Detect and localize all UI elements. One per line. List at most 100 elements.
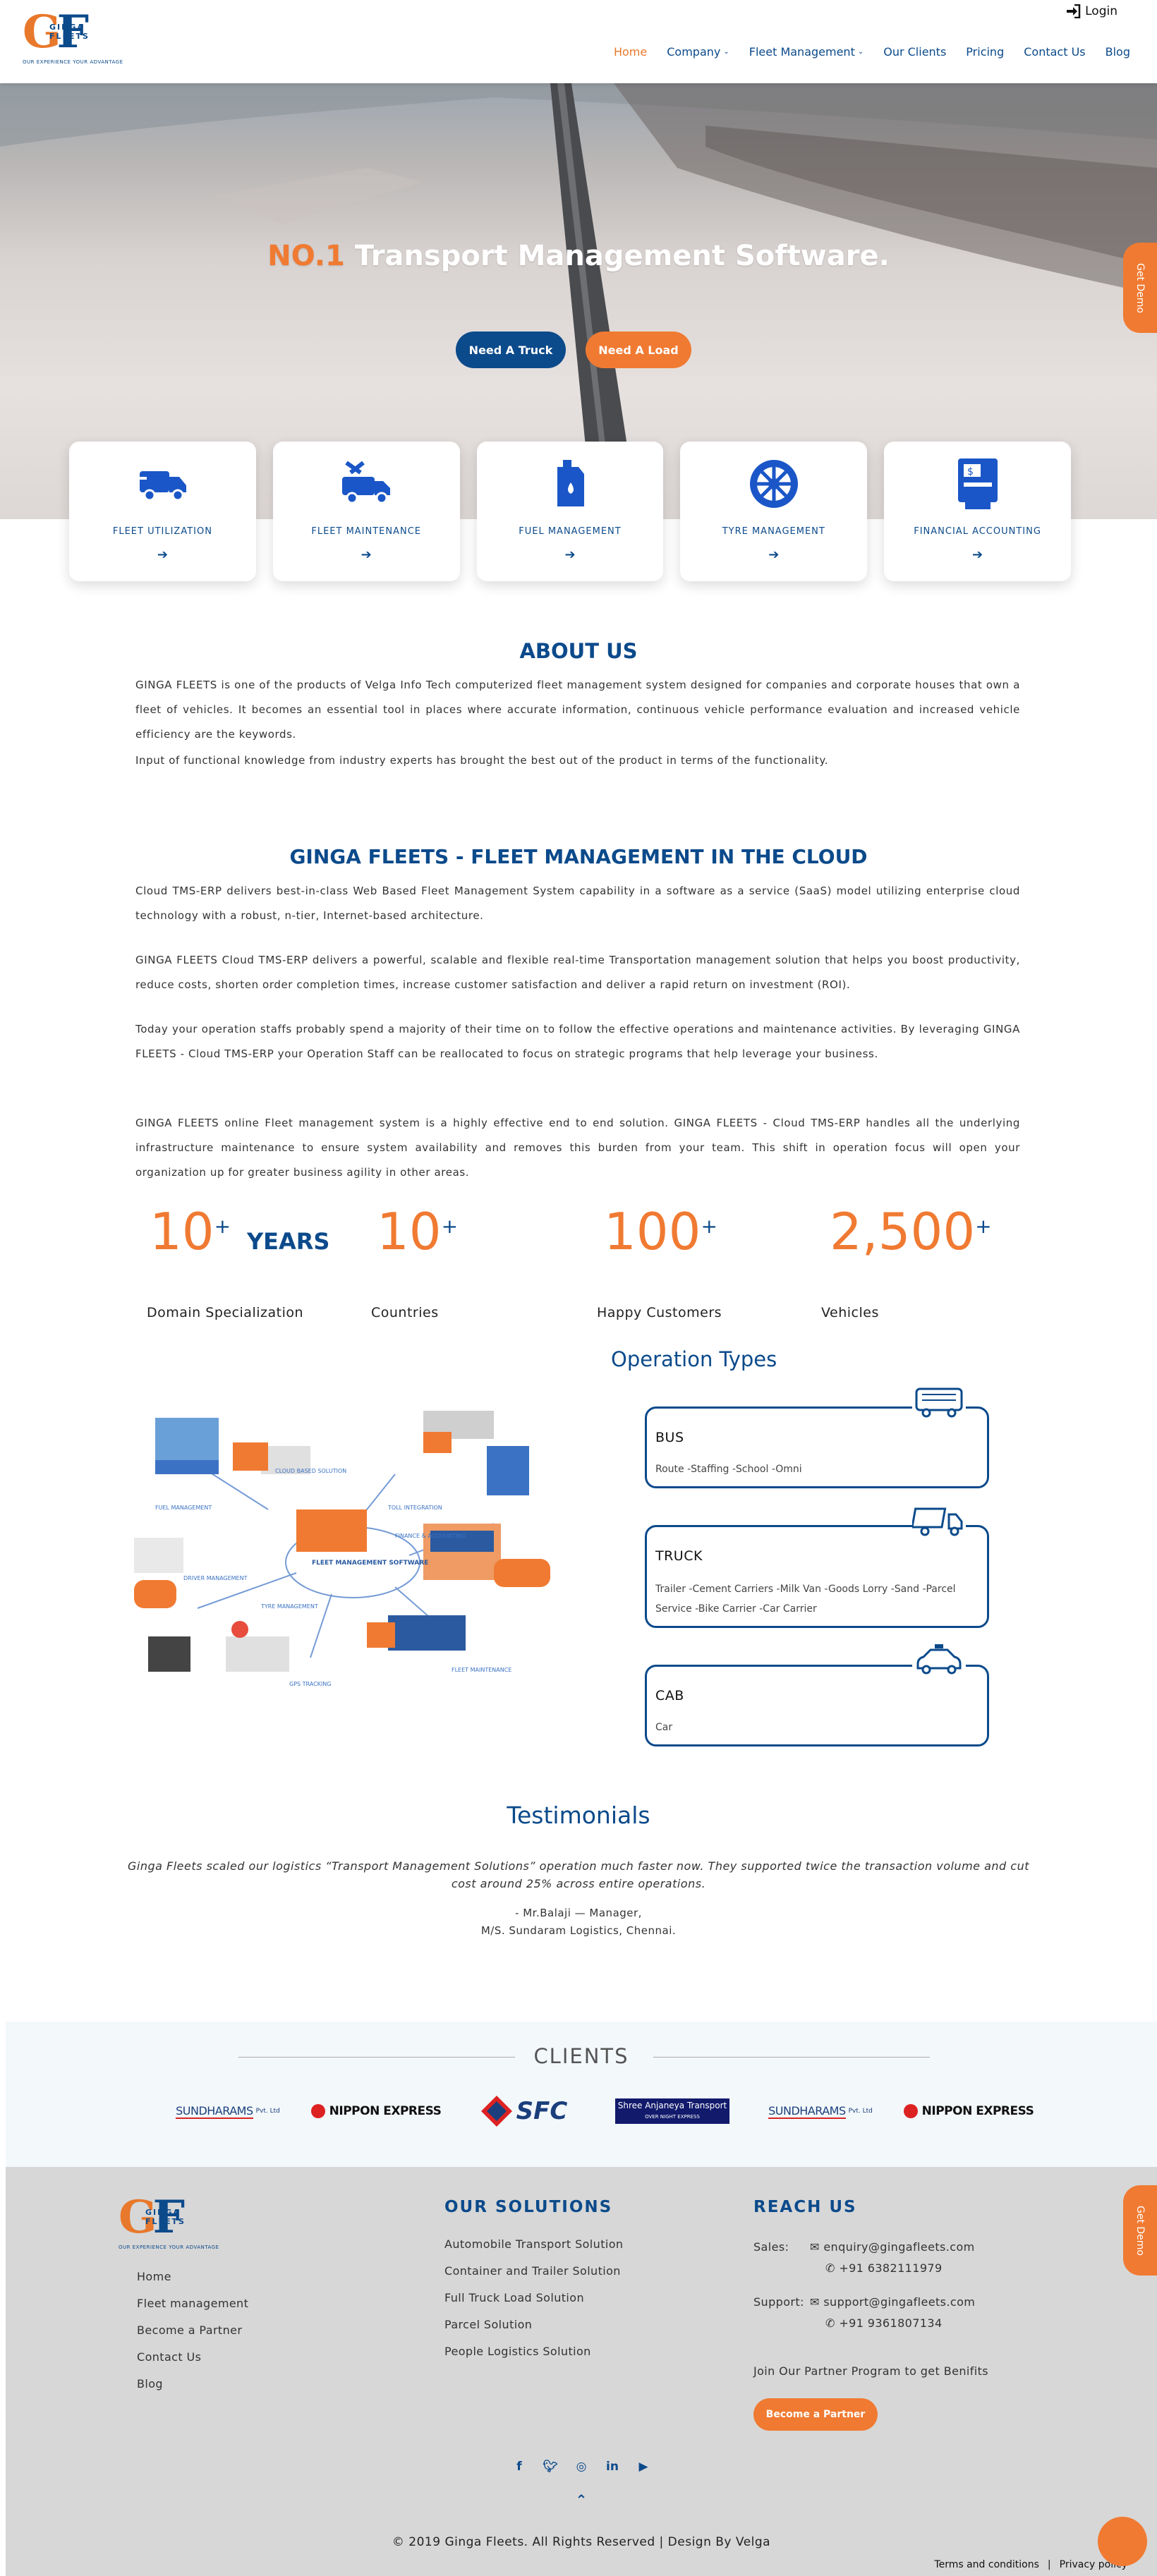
client-name: SFC — [516, 2097, 568, 2125]
stat-value: 2,500 — [830, 1202, 976, 1261]
service-card-financial-accounting[interactable]: $ FINANCIAL ACCOUNTING ➔ — [884, 442, 1071, 581]
illus-label: FUEL MANAGEMENT — [155, 1505, 212, 1511]
nav-fleet-management[interactable]: Fleet Management ⌄ — [739, 45, 873, 59]
need-a-truck-button[interactable]: Need A Truck — [456, 332, 566, 368]
client-logo-shree-anjaneya: Shree Anjaneya Transport OVER NIGHT EXPRE… — [605, 2095, 739, 2127]
divider: | — [1047, 2559, 1051, 2570]
nippon-icon — [310, 2104, 325, 2118]
testimonials-title: Testimonials — [507, 1802, 650, 1829]
nav-our-clients[interactable]: Our Clients — [873, 45, 956, 59]
testimonial-author: - Mr.Balaji — Manager, — [515, 1907, 642, 1919]
about-paragraph-1: GINGA FLEETS is one of the products of V… — [135, 679, 1020, 741]
stat-suffix: + — [441, 1215, 459, 1238]
site-logo[interactable]: GF GINGA FLEETS OUR EXPERIENCE YOUR ADVA… — [23, 10, 123, 69]
stat-countries: 10+ — [377, 1202, 458, 1261]
nav-home[interactable]: Home — [604, 45, 657, 59]
arrow-right-icon[interactable]: ➔ — [680, 547, 867, 562]
footer-link-contact[interactable]: Contact Us — [137, 2350, 201, 2364]
solution-link[interactable]: Automobile Transport Solution — [444, 2237, 623, 2251]
client-logos: SUNDHARAMS Pvt. Ltd NIPPON EXPRESS SFC Sh… — [161, 2095, 1050, 2127]
nav-pricing-label: Pricing — [966, 45, 1005, 59]
service-label: FINANCIAL ACCOUNTING — [914, 526, 1041, 537]
nav-pricing[interactable]: Pricing — [956, 45, 1014, 59]
arrow-right-icon[interactable]: ➔ — [884, 547, 1071, 562]
arrow-right-icon[interactable]: ➔ — [477, 547, 664, 562]
solution-link[interactable]: Parcel Solution — [444, 2318, 532, 2331]
get-demo-tab[interactable]: Get Demo — [1123, 243, 1157, 333]
get-demo-tab-footer[interactable]: Get Demo — [1123, 2185, 1157, 2276]
logo-brand: GINGA FLEETS — [49, 23, 90, 41]
service-card-fuel-management[interactable]: FUEL MANAGEMENT ➔ — [476, 442, 664, 581]
operation-card-truck: TRUCK Trailer -Cement Carriers -Milk Van… — [645, 1503, 989, 1628]
sales-phone[interactable]: ✆ +91 6382111979 — [825, 2261, 943, 2275]
service-card-fleet-maintenance[interactable]: FLEET MAINTENANCE ➔ — [272, 442, 460, 581]
client-logo-sundharams: SUNDHARAMS Pvt. Ltd — [161, 2095, 295, 2127]
footer-link-blog[interactable]: Blog — [137, 2377, 163, 2390]
login-icon — [1067, 4, 1081, 18]
login-link[interactable]: Login — [1065, 4, 1117, 18]
youtube-icon[interactable]: ▶ — [634, 2457, 653, 2476]
support-phone[interactable]: ✆ +91 9361807134 — [825, 2316, 943, 2330]
nav-contact-label: Contact Us — [1024, 45, 1086, 59]
operation-types-title: Operation Types — [611, 1347, 777, 1371]
client-suffix: Pvt. Ltd — [255, 2108, 280, 2115]
testimonial-quote: Ginga Fleets scaled our logistics “Trans… — [128, 1859, 1029, 1890]
hero-title-text: Transport Management Software. — [354, 240, 890, 272]
instagram-icon[interactable]: ◎ — [572, 2457, 590, 2476]
service-card-tyre-management[interactable]: TYRE MANAGEMENT ➔ — [680, 442, 868, 581]
sales-email-text: enquiry@gingafleets.com — [823, 2240, 975, 2254]
logo-tagline: OUR EXPERIENCE YOUR ADVANTAGE — [119, 2244, 219, 2250]
wrench-truck-icon — [342, 461, 391, 504]
phone-icon: ✆ — [825, 2316, 835, 2330]
service-label: FLEET UTILIZATION — [112, 526, 212, 537]
nav-contact-us[interactable]: Contact Us — [1014, 45, 1095, 59]
stat-value: 10 — [150, 1202, 214, 1261]
solution-link[interactable]: Full Truck Load Solution — [444, 2291, 584, 2304]
svg-text:$: $ — [967, 466, 974, 478]
footer-link-fleet-management[interactable]: Fleet management — [137, 2297, 248, 2310]
stat-label: Happy Customers — [597, 1305, 722, 1320]
site-header: GF GINGA FLEETS OUR EXPERIENCE YOUR ADVA… — [0, 0, 1157, 83]
stat-vehicles: 2,500+ — [830, 1202, 992, 1261]
operation-desc: Trailer -Cement Carriers -Milk Van -Good… — [655, 1584, 956, 1615]
support-email[interactable]: ✉ support@gingafleets.com — [810, 2295, 975, 2309]
solution-link[interactable]: People Logistics Solution — [444, 2345, 591, 2358]
login-label: Login — [1085, 4, 1117, 18]
nav-fleet-label: Fleet Management — [749, 45, 855, 59]
service-card-fleet-utilization[interactable]: FLEET UTILIZATION ➔ — [69, 442, 256, 581]
chat-bubble-icon[interactable] — [1098, 2517, 1147, 2566]
nav-company-label: Company — [667, 45, 721, 59]
stat-suffix: + — [214, 1215, 231, 1238]
logo-tagline: OUR EXPERIENCE YOUR ADVANTAGE — [23, 59, 123, 65]
cloud-paragraph-1: Cloud TMS-ERP delivers best-in-class Web… — [135, 885, 1020, 922]
terms-link[interactable]: Terms and conditions — [934, 2559, 1039, 2570]
about-paragraph-2: Input of functional knowledge from indus… — [135, 754, 829, 767]
sales-label: Sales: — [753, 2240, 789, 2254]
stat-suffix: + — [975, 1215, 992, 1238]
footer-link-home[interactable]: Home — [137, 2270, 171, 2283]
footer-logo[interactable]: GF GINGA FLEETS OUR EXPERIENCE YOUR ADVA… — [119, 2195, 219, 2254]
bus-icon — [912, 1385, 966, 1420]
testimonial-company: M/S. Sundaram Logistics, Chennai. — [480, 1924, 677, 1937]
solutions-title: OUR SOLUTIONS — [444, 2198, 613, 2216]
pos-terminal-icon: $ — [957, 458, 998, 509]
facebook-icon[interactable]: f — [510, 2457, 528, 2476]
cloud-paragraph-3: Today your operation staffs probably spe… — [135, 1023, 1020, 1060]
sales-email[interactable]: ✉ enquiry@gingafleets.com — [810, 2240, 975, 2254]
become-partner-button[interactable]: Become a Partner — [753, 2398, 878, 2431]
footer-link-become-partner[interactable]: Become a Partner — [137, 2323, 242, 2337]
social-links: f 🐦︎ ◎ in ▶ — [6, 2457, 1157, 2476]
solution-link[interactable]: Container and Trailer Solution — [444, 2264, 621, 2278]
envelope-icon: ✉ — [810, 2240, 820, 2254]
cloud-paragraph-4: GINGA FLEETS online Fleet management sys… — [135, 1117, 1020, 1179]
scroll-top-icon[interactable]: ⌃ — [6, 2491, 1157, 2508]
twitter-icon[interactable]: 🐦︎ — [541, 2457, 559, 2476]
nav-blog[interactable]: Blog — [1096, 45, 1140, 59]
need-a-load-button[interactable]: Need A Load — [586, 332, 691, 368]
linkedin-icon[interactable]: in — [603, 2457, 622, 2476]
client-sub: OVER NIGHT EXPRESS — [645, 2114, 700, 2120]
arrow-right-icon[interactable]: ➔ — [69, 547, 256, 562]
nav-company[interactable]: Company ⌄ — [657, 45, 739, 59]
arrow-right-icon[interactable]: ➔ — [273, 547, 460, 562]
operation-card-cab: CAB Car — [645, 1643, 989, 1746]
